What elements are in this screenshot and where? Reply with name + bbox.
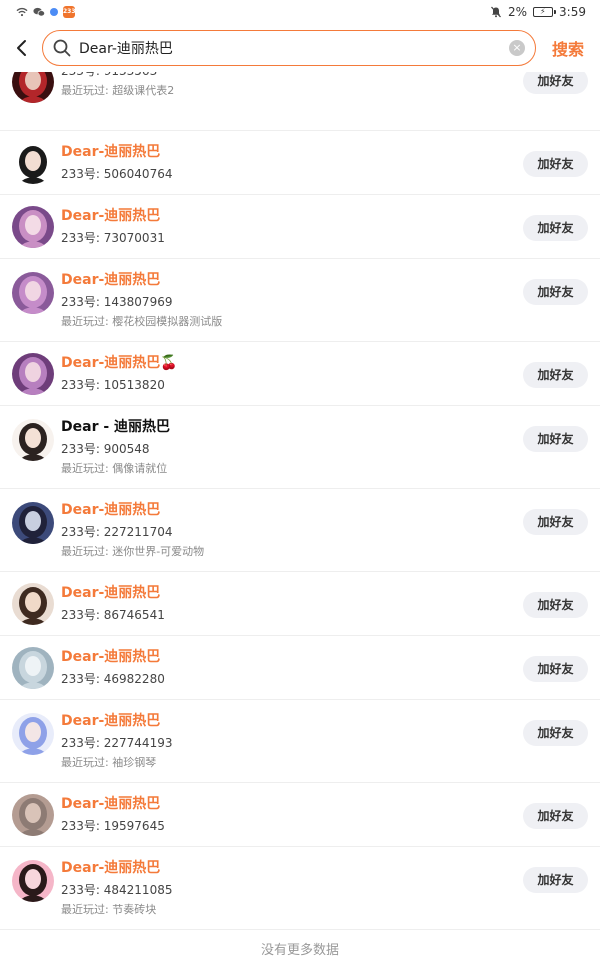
list-item[interactable]: Dear-迪丽热巴 233号: 19597645 加好友	[0, 783, 600, 847]
add-friend-button[interactable]: 加好友	[523, 803, 588, 829]
user-name: Dear-迪丽热巴	[61, 649, 161, 665]
recently-played: 最近玩过: 偶像请就位	[61, 462, 168, 475]
user-id: 233号: 73070031	[61, 231, 165, 245]
list-item[interactable]: Dear-迪丽热巴🍒 233号: 10513820 加好友	[0, 342, 600, 406]
user-name: Dear-迪丽热巴	[61, 272, 161, 288]
add-friend-button[interactable]: 加好友	[523, 279, 588, 305]
mute-bell-icon	[491, 6, 501, 18]
add-friend-button[interactable]: 加好友	[523, 592, 588, 618]
add-friend-button[interactable]: 加好友	[523, 72, 588, 94]
status-left: 233	[16, 6, 76, 18]
search-icon	[53, 39, 71, 57]
add-friend-button[interactable]: 加好友	[523, 426, 588, 452]
user-info: Dear-迪丽热巴 233号: 86746541	[61, 583, 165, 625]
clock: 3:59	[559, 5, 586, 19]
blue-dot-icon	[50, 8, 58, 16]
wechat-icon	[33, 7, 45, 17]
user-name: Dear-迪丽热巴🍒	[61, 355, 178, 371]
recently-played: 最近玩过: 节奏砖块	[61, 903, 157, 916]
avatar[interactable]	[12, 206, 54, 248]
recently-played: 最近玩过: 樱花校园模拟器测试版	[61, 315, 223, 328]
add-friend-button[interactable]: 加好友	[523, 151, 588, 177]
user-id: 233号: 9133563	[61, 72, 174, 81]
app-badge-icon: 233	[63, 6, 76, 18]
clear-icon[interactable]: ×	[509, 40, 525, 56]
user-id: 233号: 227211704	[61, 525, 173, 539]
user-name: Dear-迪丽热巴	[61, 585, 161, 601]
user-id: 233号: 900548	[61, 442, 150, 456]
user-id: 233号: 484211085	[61, 883, 173, 897]
user-name: Dear-迪丽热巴	[61, 144, 161, 160]
add-friend-button[interactable]: 加好友	[523, 867, 588, 893]
user-info: 233号: 9133563 最近玩过: 超级课代表2	[61, 72, 174, 100]
status-right: 2% ⚡ 3:59	[490, 5, 586, 19]
user-id: 233号: 19597645	[61, 819, 165, 833]
back-button[interactable]	[0, 24, 42, 72]
avatar[interactable]	[12, 502, 54, 544]
no-more-data-label: 没有更多数据	[260, 943, 339, 958]
add-friend-button[interactable]: 加好友	[523, 656, 588, 682]
list-item[interactable]: 233号: 9133563 最近玩过: 超级课代表2 加好友	[0, 72, 600, 131]
avatar[interactable]	[12, 794, 54, 836]
avatar[interactable]	[12, 419, 54, 461]
user-id: 233号: 506040764	[61, 167, 173, 181]
search-results-list[interactable]: 233号: 9133563 最近玩过: 超级课代表2 加好友 Dear-迪丽热巴 233…	[0, 72, 600, 960]
user-info: Dear-迪丽热巴 233号: 143807969 最近玩过: 樱花校园模拟器测试版	[61, 270, 222, 331]
add-friend-button[interactable]: 加好友	[523, 720, 588, 746]
avatar[interactable]	[12, 583, 54, 625]
avatar[interactable]	[12, 713, 54, 755]
avatar[interactable]	[12, 72, 54, 103]
user-id: 233号: 10513820	[61, 378, 165, 392]
user-name: Dear-迪丽热巴	[61, 796, 161, 812]
battery-icon: ⚡	[533, 7, 557, 17]
list-item[interactable]: Dear-迪丽热巴 233号: 506040764 加好友	[0, 131, 600, 195]
search-query-text[interactable]: Dear-迪丽热巴	[79, 38, 509, 58]
user-id: 233号: 46982280	[61, 672, 165, 686]
list-item[interactable]: Dear-迪丽热巴 233号: 86746541 加好友	[0, 572, 600, 636]
user-name: Dear - 迪丽热巴	[61, 419, 171, 435]
list-item[interactable]: Dear-迪丽热巴 233号: 46982280 加好友	[0, 636, 600, 700]
recently-played: 最近玩过: 超级课代表2	[61, 84, 175, 97]
list-item[interactable]: Dear-迪丽热巴 233号: 73070031 加好友	[0, 195, 600, 259]
user-info: Dear-迪丽热巴 233号: 73070031	[61, 206, 165, 248]
user-info: Dear-迪丽热巴 233号: 484211085 最近玩过: 节奏砖块	[61, 858, 172, 919]
search-input[interactable]: Dear-迪丽热巴 ×	[42, 30, 536, 66]
list-item[interactable]: Dear-迪丽热巴 233号: 227744193 最近玩过: 袖珍钢琴 加好友	[0, 700, 600, 783]
user-info: Dear-迪丽热巴🍒 233号: 10513820	[61, 353, 178, 395]
user-name: Dear-迪丽热巴	[61, 860, 161, 876]
search-button[interactable]: 搜索	[536, 36, 600, 60]
user-name: Dear-迪丽热巴	[61, 713, 161, 729]
search-header: Dear-迪丽热巴 × 搜索	[0, 24, 600, 72]
list-item[interactable]: Dear-迪丽热巴 233号: 484211085 最近玩过: 节奏砖块 加好友	[0, 847, 600, 930]
wifi-icon	[16, 7, 28, 17]
battery-percent: 2%	[508, 5, 528, 19]
add-friend-button[interactable]: 加好友	[523, 215, 588, 241]
avatar[interactable]	[12, 860, 54, 902]
user-info: Dear-迪丽热巴 233号: 227211704 最近玩过: 迷你世界-可爱动物	[61, 500, 204, 561]
add-friend-button[interactable]: 加好友	[523, 509, 588, 535]
user-info: Dear-迪丽热巴 233号: 19597645	[61, 794, 165, 836]
user-id: 233号: 86746541	[61, 608, 165, 622]
user-id: 233号: 143807969	[61, 295, 173, 309]
results-scroll-content: 233号: 9133563 最近玩过: 超级课代表2 加好友 Dear-迪丽热巴 233…	[0, 72, 600, 960]
status-bar: 233 2% ⚡ 3:59	[0, 0, 600, 24]
add-friend-button[interactable]: 加好友	[523, 362, 588, 388]
avatar[interactable]	[12, 142, 54, 184]
list-item[interactable]: Dear-迪丽热巴 233号: 143807969 最近玩过: 樱花校园模拟器测试版…	[0, 259, 600, 342]
user-info: Dear-迪丽热巴 233号: 506040764	[61, 142, 172, 184]
user-name: Dear-迪丽热巴	[61, 502, 161, 518]
recently-played: 最近玩过: 迷你世界-可爱动物	[61, 545, 205, 558]
user-info: Dear - 迪丽热巴 233号: 900548 最近玩过: 偶像请就位	[61, 417, 170, 478]
user-id: 233号: 227744193	[61, 736, 173, 750]
avatar[interactable]	[12, 353, 54, 395]
recently-played: 最近玩过: 袖珍钢琴	[61, 756, 157, 769]
list-item[interactable]: Dear - 迪丽热巴 233号: 900548 最近玩过: 偶像请就位 加好友	[0, 406, 600, 489]
avatar[interactable]	[12, 647, 54, 689]
avatar[interactable]	[12, 272, 54, 314]
user-info: Dear-迪丽热巴 233号: 227744193 最近玩过: 袖珍钢琴	[61, 711, 172, 772]
user-name: Dear-迪丽热巴	[61, 208, 161, 224]
user-info: Dear-迪丽热巴 233号: 46982280	[61, 647, 165, 689]
chevron-left-icon	[17, 40, 26, 56]
list-item[interactable]: Dear-迪丽热巴 233号: 227211704 最近玩过: 迷你世界-可爱动物 加…	[0, 489, 600, 572]
